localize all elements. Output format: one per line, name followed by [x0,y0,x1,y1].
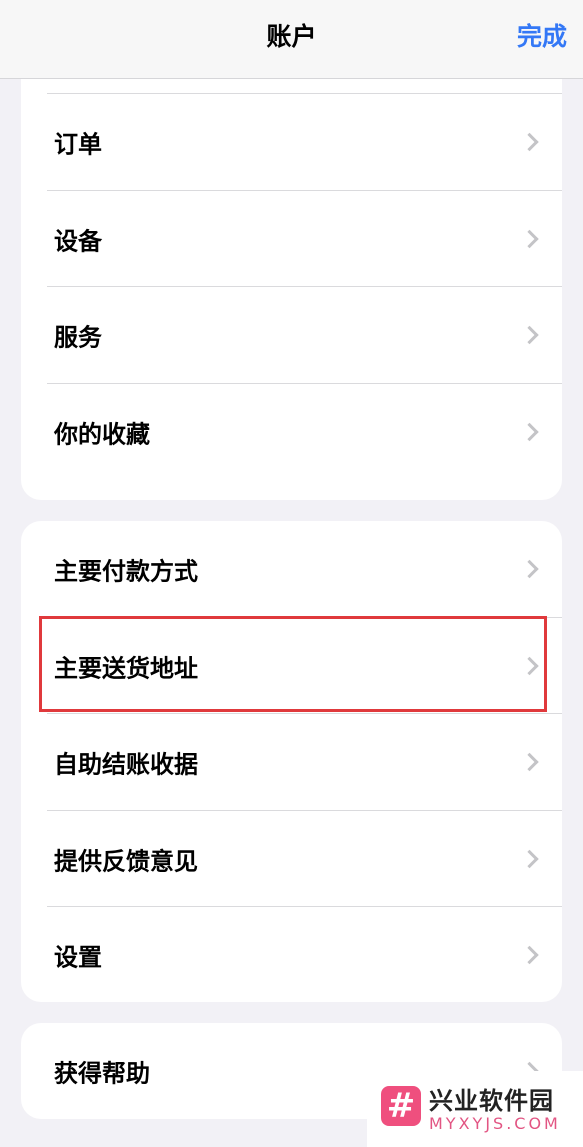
self-checkout-receipts-label: 自助结账收据 [54,750,198,779]
self-checkout-receipts-row[interactable]: 自助结账收据 [21,714,562,810]
shipping-address-row[interactable]: 主要送货地址 [21,618,562,714]
navigation-bar: 账户 完成 [0,0,583,79]
payment-method-label: 主要付款方式 [54,557,198,586]
devices-row[interactable]: 设备 [21,191,562,287]
favorites-row[interactable]: 你的收藏 [21,384,562,480]
orders-row[interactable]: 订单 [21,94,562,190]
chevron-right-icon [520,752,539,772]
chevron-right-icon [520,945,539,965]
chevron-right-icon [520,325,539,345]
services-label: 服务 [54,323,102,352]
watermark-url: MYXYJS.COM [429,1114,561,1133]
settings-label: 设置 [54,943,102,972]
feedback-label: 提供反馈意见 [54,847,198,876]
done-button[interactable]: 完成 [517,17,567,53]
account-group: 订单 设备 服务 你的收藏 [21,79,562,500]
orders-label: 订单 [54,130,102,159]
devices-label: 设备 [54,227,102,256]
favorites-label: 你的收藏 [54,420,150,449]
payment-method-row[interactable]: 主要付款方式 [21,521,562,617]
chevron-right-icon [520,849,539,869]
page-title: 账户 [266,22,317,51]
settings-row[interactable]: 设置 [21,907,562,1002]
preferences-group: 主要付款方式 主要送货地址 自助结账收据 提供反馈意见 设置 [21,521,562,1002]
chevron-right-icon [520,559,539,579]
shipping-address-label: 主要送货地址 [54,654,198,683]
feedback-row[interactable]: 提供反馈意见 [21,811,562,907]
services-row[interactable]: 服务 [21,287,562,383]
chevron-right-icon [520,229,539,249]
watermark-name: 兴业软件园 [429,1087,554,1115]
get-help-label: 获得帮助 [54,1059,150,1088]
settings-list[interactable]: 订单 设备 服务 你的收藏 主要付款方式 主要送货地址 自助结账收据 提供反馈意… [0,79,583,1147]
watermark-logo-icon: # [381,1086,421,1126]
chevron-right-icon [520,656,539,676]
chevron-right-icon [520,422,539,442]
watermark: # 兴业软件园 MYXYJS.COM [367,1071,583,1147]
chevron-right-icon [520,132,539,152]
